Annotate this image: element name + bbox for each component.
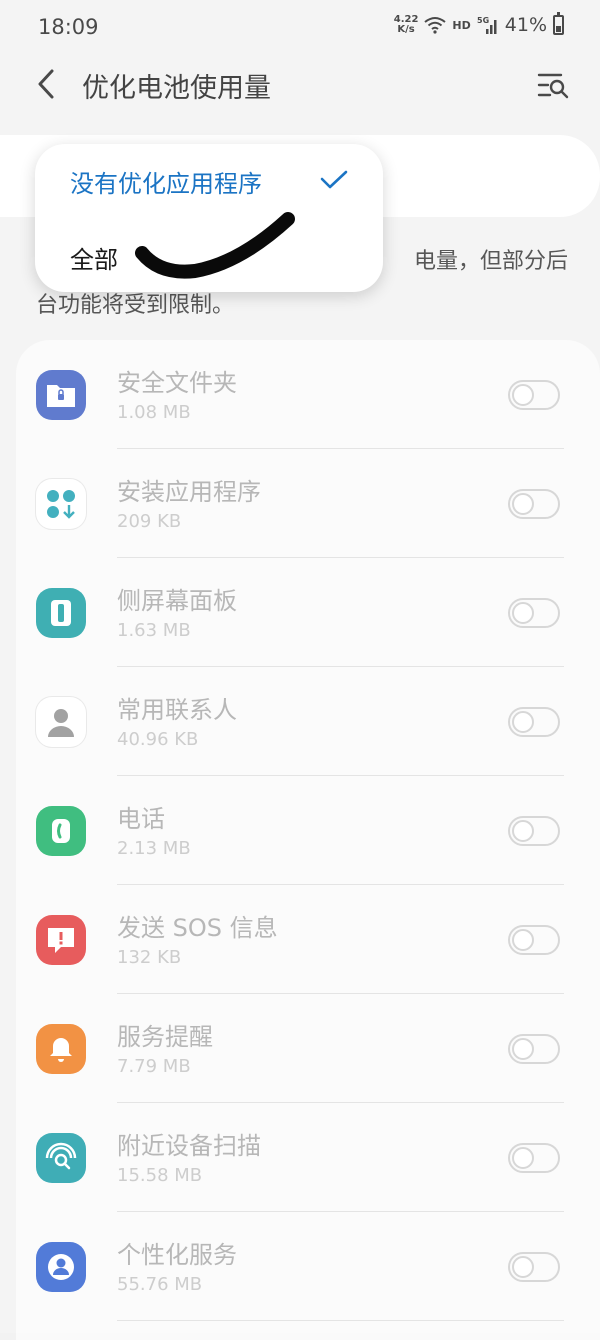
optimize-toggle[interactable] — [508, 380, 560, 410]
app-size: 15.58 MB — [117, 1165, 203, 1186]
secure-folder-icon — [36, 370, 86, 420]
status-bar: 18:09 4.22 K/s HD 5G 41% — [0, 0, 600, 56]
contacts-icon — [36, 697, 86, 747]
dropdown-option-not-optimized[interactable]: 没有优化应用程序 — [70, 164, 262, 199]
app-size: 7.79 MB — [117, 1056, 191, 1077]
app-name: 安装应用程序 — [117, 478, 261, 506]
hd-label: HD — [452, 18, 471, 32]
list-item[interactable]: 电话 2.13 MB — [16, 776, 600, 885]
app-name: 发送 SOS 信息 — [117, 914, 278, 942]
divider — [117, 1320, 564, 1321]
app-name: 服务提醒 — [117, 1023, 213, 1051]
optimize-toggle[interactable] — [508, 707, 560, 737]
optimize-toggle[interactable] — [508, 489, 560, 519]
app-name: 侧屏幕面板 — [117, 587, 237, 615]
list-item[interactable]: 服务提醒 7.79 MB — [16, 994, 600, 1103]
list-item[interactable]: 附近设备扫描 15.58 MB — [16, 1103, 600, 1212]
list-item[interactable]: 安全文件夹 1.08 MB — [16, 340, 600, 449]
list-item[interactable]: 安装应用程序 209 KB — [16, 449, 600, 558]
app-size: 132 KB — [117, 947, 182, 968]
optimize-toggle[interactable] — [508, 925, 560, 955]
back-arrow-icon[interactable] — [30, 66, 66, 102]
bell-icon — [36, 1024, 86, 1074]
app-name: 附近设备扫描 — [117, 1132, 261, 1160]
optimize-toggle[interactable] — [508, 1034, 560, 1064]
optimize-toggle[interactable] — [508, 1252, 560, 1282]
app-size: 209 KB — [117, 511, 182, 532]
battery-icon — [553, 12, 564, 35]
check-icon — [320, 170, 348, 189]
personalization-icon — [36, 1242, 86, 1292]
app-size: 1.63 MB — [117, 620, 191, 641]
phone-icon — [36, 806, 86, 856]
battery-percent: 41% — [504, 14, 547, 36]
app-name: 常用联系人 — [117, 696, 237, 724]
dropdown-option-all[interactable]: 全部 — [70, 240, 118, 275]
nearby-scan-icon — [36, 1133, 86, 1183]
optimize-toggle[interactable] — [508, 1143, 560, 1173]
filter-dropdown: 没有优化应用程序 全部 — [35, 144, 383, 292]
app-list: 安全文件夹 1.08 MB 安装应用程序 209 KB 侧屏幕面板 1.63 M… — [16, 340, 600, 1340]
status-icons: 4.22 K/s HD 5G 41% — [393, 12, 564, 36]
app-size: 1.08 MB — [117, 402, 191, 423]
app-size: 2.13 MB — [117, 838, 191, 859]
signal-icon: 5G — [477, 16, 497, 34]
sos-icon — [36, 915, 86, 965]
header: 优化电池使用量 — [0, 56, 600, 112]
list-item[interactable]: 个性化服务 55.76 MB — [16, 1212, 600, 1321]
optimize-toggle[interactable] — [508, 816, 560, 846]
optimize-toggle[interactable] — [508, 598, 560, 628]
list-item[interactable]: 侧屏幕面板 1.63 MB — [16, 558, 600, 667]
install-apps-icon — [36, 479, 86, 529]
list-item[interactable]: 发送 SOS 信息 132 KB — [16, 885, 600, 994]
app-size: 55.76 MB — [117, 1274, 203, 1295]
wifi-icon — [424, 17, 447, 34]
app-name: 个性化服务 — [117, 1241, 237, 1269]
search-filter-icon[interactable] — [536, 68, 570, 102]
net-speed: 4.22 K/s — [393, 14, 419, 35]
status-time: 18:09 — [38, 15, 99, 39]
page-title: 优化电池使用量 — [82, 73, 271, 104]
app-name: 安全文件夹 — [117, 369, 237, 397]
svg-text:5G: 5G — [477, 16, 489, 25]
list-item[interactable]: 常用联系人 40.96 KB — [16, 667, 600, 776]
app-size: 40.96 KB — [117, 729, 199, 750]
app-name: 电话 — [117, 805, 165, 833]
edge-panel-icon — [36, 588, 86, 638]
